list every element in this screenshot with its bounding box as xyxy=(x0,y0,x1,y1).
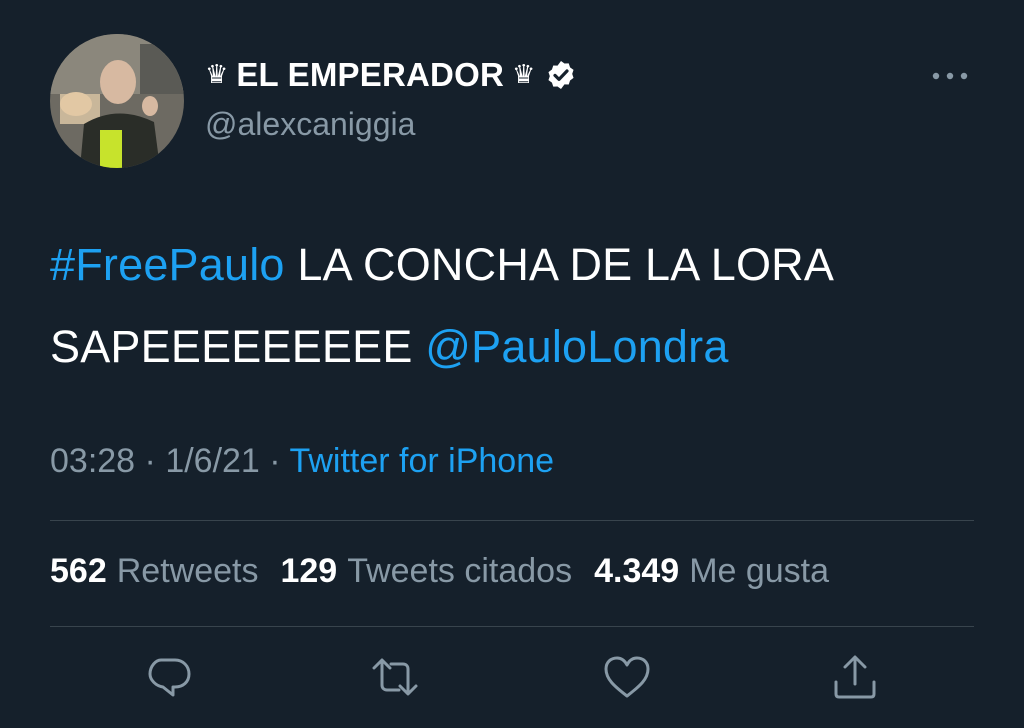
tweet-card: ♛ EL EMPERADOR ♛ @alexcaniggia #FreePaul… xyxy=(0,0,1024,728)
tweet-source-link[interactable]: Twitter for iPhone xyxy=(289,442,554,480)
quote-tweets-count: 129 xyxy=(280,552,338,590)
likes-stat[interactable]: 4.349 Me gusta xyxy=(594,552,829,591)
reply-icon[interactable] xyxy=(143,652,193,702)
retweets-stat[interactable]: 562 Retweets xyxy=(50,552,258,591)
share-icon[interactable] xyxy=(830,652,880,702)
quote-tweets-stat[interactable]: 129 Tweets citados xyxy=(280,552,572,591)
display-name[interactable]: EL EMPERADOR xyxy=(236,56,504,94)
divider xyxy=(50,626,974,627)
divider xyxy=(50,520,974,521)
tweet-text-line-1: #FreePaulo LA CONCHA DE LA LORA xyxy=(50,224,990,306)
tweet-time[interactable]: 03:28 xyxy=(50,442,135,480)
tweet-text: #FreePaulo LA CONCHA DE LA LORA SAPEEEEE… xyxy=(50,224,990,388)
likes-label: Me gusta xyxy=(689,552,830,590)
author-block[interactable]: ♛ EL EMPERADOR ♛ @alexcaniggia xyxy=(205,56,577,143)
more-options-icon[interactable] xyxy=(930,66,970,86)
tweet-text-line-2: SAPEEEEEEEEE @PauloLondra xyxy=(50,306,990,388)
hashtag-link[interactable]: #FreePaulo xyxy=(50,239,285,290)
tweet-meta: 03:28 · 1/6/21 · Twitter for iPhone xyxy=(50,442,554,481)
heart-icon[interactable] xyxy=(602,652,652,702)
avatar[interactable] xyxy=(50,34,184,168)
mention-link[interactable]: @PauloLondra xyxy=(425,321,728,372)
tweet-text-segment: SAPEEEEEEEEE xyxy=(50,321,426,372)
display-name-row: ♛ EL EMPERADOR ♛ xyxy=(205,56,577,94)
verified-badge-icon xyxy=(548,61,574,89)
meta-separator: · xyxy=(259,442,290,480)
crown-icon: ♛ xyxy=(205,60,229,90)
user-handle[interactable]: @alexcaniggia xyxy=(205,106,577,143)
retweets-label: Retweets xyxy=(116,552,259,590)
retweet-icon[interactable] xyxy=(370,652,420,702)
tweet-stats: 562 Retweets 129 Tweets citados 4.349 Me gu… xyxy=(50,552,829,591)
meta-separator: · xyxy=(135,442,166,480)
tweet-actions xyxy=(0,652,1024,712)
quote-tweets-label: Tweets citados xyxy=(347,552,573,590)
tweet-text-segment: LA CONCHA DE LA LORA xyxy=(284,239,835,290)
crown-icon: ♛ xyxy=(511,60,536,90)
retweets-count: 562 xyxy=(50,552,107,590)
likes-count: 4.349 xyxy=(594,552,680,590)
tweet-date[interactable]: 1/6/21 xyxy=(165,442,260,480)
avatar-image xyxy=(50,34,184,168)
